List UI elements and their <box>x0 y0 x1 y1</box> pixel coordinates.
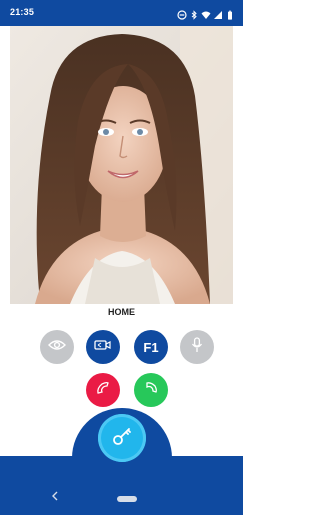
answer-call-icon <box>143 380 159 401</box>
nav-home-pill[interactable] <box>117 496 137 502</box>
function-f1-button[interactable]: F1 <box>134 330 168 364</box>
app-screen: 21:35 HOME F1 <box>0 0 243 515</box>
hang-up-button[interactable] <box>86 373 120 407</box>
caller-portrait-image <box>10 26 233 304</box>
microphone-icon <box>191 336 203 358</box>
door-open-key-button[interactable] <box>98 414 146 462</box>
status-icons <box>177 7 235 20</box>
function-f1-label: F1 <box>143 339 159 355</box>
eye-icon <box>48 338 66 356</box>
hang-up-icon <box>95 380 111 401</box>
camera-switch-icon <box>94 338 112 356</box>
camera-switch-button[interactable] <box>86 330 120 364</box>
status-time: 21:35 <box>10 7 35 17</box>
eye-button[interactable] <box>40 330 74 364</box>
bluetooth-icon <box>189 7 199 20</box>
nav-back-button[interactable] <box>50 491 60 503</box>
video-feed[interactable] <box>10 26 233 304</box>
microphone-button[interactable] <box>180 330 214 364</box>
battery-icon <box>225 7 235 20</box>
wifi-icon <box>201 7 211 19</box>
do-not-disturb-icon <box>177 7 187 20</box>
signal-icon <box>213 7 223 19</box>
back-icon <box>52 488 58 506</box>
status-bar: 21:35 <box>0 0 243 26</box>
caller-name: HOME <box>108 307 135 317</box>
answer-button[interactable] <box>134 373 168 407</box>
key-icon <box>110 424 134 453</box>
